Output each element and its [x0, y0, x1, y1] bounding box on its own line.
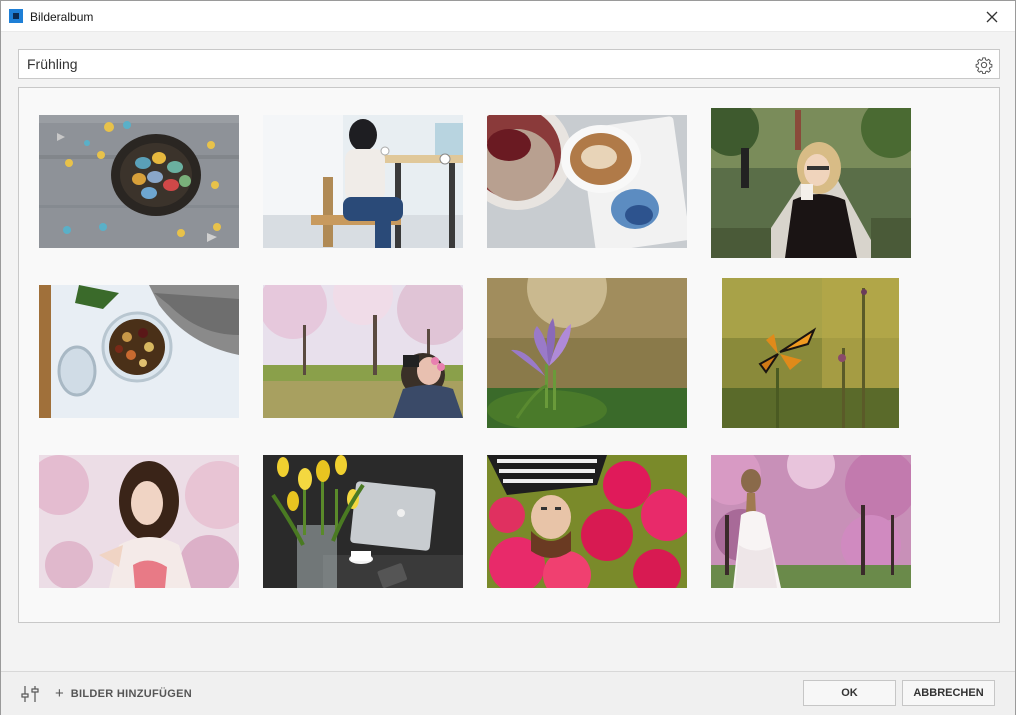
image-thumbnail[interactable] [722, 278, 899, 428]
add-images-button[interactable]: + BILDER HINZUFÜGEN [55, 685, 192, 703]
sliders-icon[interactable] [20, 685, 40, 703]
image-gallery [18, 87, 1000, 623]
image-thumbnail[interactable] [487, 278, 687, 428]
image-thumbnail[interactable] [39, 115, 239, 248]
image-thumbnail[interactable] [487, 115, 687, 248]
image-thumbnail[interactable] [39, 285, 239, 418]
window-title: Bilderalbum [30, 10, 94, 24]
title-bar: Bilderalbum [1, 1, 1015, 32]
add-images-label: BILDER HINZUFÜGEN [70, 688, 192, 700]
close-button[interactable] [969, 1, 1015, 32]
gear-icon[interactable] [975, 56, 993, 74]
plus-icon: + [55, 685, 64, 702]
ok-button[interactable]: OK [803, 680, 896, 706]
dialog-window: Bilderalbum Frühling + BILDER HINZUFÜGEN… [0, 0, 1016, 715]
image-thumbnail[interactable] [39, 455, 239, 588]
album-app-icon [9, 9, 23, 23]
search-field [18, 49, 1000, 79]
close-icon [986, 11, 998, 22]
album-name-input[interactable] [19, 50, 959, 78]
image-thumbnail[interactable] [263, 455, 463, 588]
image-thumbnail[interactable] [711, 108, 911, 258]
image-thumbnail[interactable] [711, 455, 911, 588]
image-thumbnail[interactable] [263, 285, 463, 418]
image-thumbnail[interactable] [487, 455, 687, 588]
cancel-button[interactable]: ABBRECHEN [902, 680, 995, 706]
image-thumbnail[interactable] [263, 115, 463, 248]
